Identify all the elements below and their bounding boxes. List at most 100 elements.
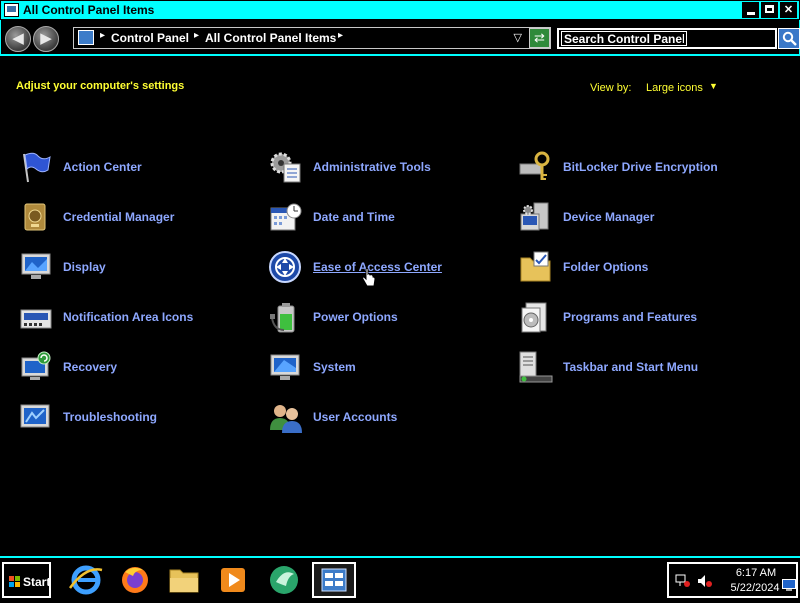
cp-item-label: Folder Options <box>563 260 649 274</box>
folder-options-icon <box>518 250 554 284</box>
cp-item-label: Credential Manager <box>63 210 175 224</box>
breadcrumb-separator-icon[interactable]: ▸ <box>194 30 199 41</box>
cp-item-power-options[interactable]: Power Options <box>268 300 398 334</box>
search-box[interactable] <box>557 28 777 49</box>
address-toolbar: ◀ ▶ ▸ Control Panel ▸ All Control Panel … <box>0 20 800 56</box>
view-by-control: View by: Large icons ▼ <box>590 81 718 94</box>
cp-item-troubleshooting[interactable]: Troubleshooting <box>18 400 157 434</box>
cp-item-label: System <box>313 360 356 374</box>
refresh-button[interactable]: ⇄ <box>529 28 550 48</box>
file-explorer-icon <box>169 569 199 593</box>
cp-item-label: Troubleshooting <box>63 410 157 424</box>
cp-item-label: Device Manager <box>563 210 655 224</box>
cp-item-label: Notification Area Icons <box>63 310 194 324</box>
breadcrumb-all-items[interactable]: All Control Panel Items <box>205 31 336 45</box>
media-center-icon <box>270 566 298 594</box>
network-icon[interactable] <box>675 574 691 588</box>
internet-explorer-icon <box>68 565 103 595</box>
restore-button[interactable] <box>761 2 778 18</box>
device-manager-icon <box>518 200 554 234</box>
taskbar-media-center[interactable] <box>262 562 306 598</box>
start-label: Start <box>23 575 51 589</box>
system-tray: 6:17 AM 5/22/2024 <box>667 562 798 598</box>
taskbar-start-menu-icon <box>518 350 554 384</box>
recovery-icon <box>18 350 54 384</box>
cp-item-device-manager[interactable]: Device Manager <box>518 200 654 234</box>
credential-vault-icon <box>18 200 54 234</box>
cp-item-system[interactable]: System <box>268 350 356 384</box>
forward-arrow-icon: ▶ <box>40 30 52 47</box>
control-panel-icon <box>321 568 347 592</box>
system-computer-icon <box>268 350 304 384</box>
taskbar-firefox[interactable] <box>113 562 157 598</box>
cp-item-label: Taskbar and Start Menu <box>563 360 699 374</box>
start-button[interactable]: Start <box>2 562 51 598</box>
troubleshooting-icon <box>18 400 54 434</box>
cp-item-display[interactable]: Display <box>18 250 106 284</box>
back-button[interactable]: ◀ <box>5 26 31 52</box>
cp-item-ease-of-access[interactable]: Ease of Access Center <box>268 250 442 284</box>
bitlocker-keys-icon <box>518 150 554 184</box>
windows-logo-icon <box>9 576 21 587</box>
address-bar[interactable]: ▸ Control Panel ▸ All Control Panel Item… <box>73 27 551 49</box>
page-heading: Adjust your computer's settings <box>16 80 185 92</box>
ease-of-access-icon <box>268 250 304 284</box>
notification-area-icon <box>18 300 54 334</box>
taskbar-media-player[interactable] <box>211 562 255 598</box>
cp-item-label: Date and Time <box>313 210 395 224</box>
firefox-icon <box>122 567 148 593</box>
cp-item-label: User Accounts <box>313 410 398 424</box>
volume-muted-icon[interactable] <box>697 574 713 588</box>
view-by-label: View by: <box>590 82 632 94</box>
media-player-icon <box>221 568 245 592</box>
taskbar-internet-explorer[interactable] <box>64 562 108 598</box>
breadcrumb-separator-icon[interactable]: ▸ <box>100 30 105 41</box>
cp-item-label: Ease of Access Center <box>313 260 442 274</box>
chevron-down-icon[interactable]: ▼ <box>709 81 718 91</box>
breadcrumb-control-panel[interactable]: Control Panel <box>111 31 189 45</box>
cp-item-label: Display <box>63 260 106 274</box>
view-by-dropdown[interactable]: Large icons <box>646 82 703 94</box>
administrative-tools-icon <box>268 150 304 184</box>
hand-cursor-icon <box>362 268 376 287</box>
window-title: All Control Panel Items <box>23 3 155 17</box>
cp-item-programs-features[interactable]: Programs and Features <box>518 300 697 334</box>
cp-item-label: Power Options <box>313 310 398 324</box>
clock-date[interactable]: 5/22/2024 <box>725 582 785 594</box>
back-arrow-icon: ◀ <box>12 30 24 47</box>
taskbar-file-explorer[interactable] <box>162 562 206 598</box>
refresh-icon: ⇄ <box>534 30 545 45</box>
minimize-icon <box>746 12 755 15</box>
cp-item-bitlocker[interactable]: BitLocker Drive Encryption <box>518 150 718 184</box>
cp-item-folder-options[interactable]: Folder Options <box>518 250 648 284</box>
cp-item-credential-manager[interactable]: Credential Manager <box>18 200 174 234</box>
minimize-button[interactable] <box>742 2 759 18</box>
cp-item-label: Recovery <box>63 360 118 374</box>
search-button[interactable] <box>778 28 800 49</box>
breadcrumb-separator-icon[interactable]: ▸ <box>338 30 343 41</box>
close-button[interactable]: ✕ <box>780 2 797 18</box>
cp-item-action-center[interactable]: Action Center <box>18 150 142 184</box>
cp-item-taskbar-start-menu[interactable]: Taskbar and Start Menu <box>518 350 698 384</box>
cp-item-label: Programs and Features <box>563 310 698 324</box>
window-controls: ✕ <box>742 2 797 18</box>
cp-item-notification-area[interactable]: Notification Area Icons <box>18 300 193 334</box>
cp-item-user-accounts[interactable]: User Accounts <box>268 400 397 434</box>
cp-item-date-and-time[interactable]: Date and Time <box>268 200 395 234</box>
restore-icon <box>765 5 774 13</box>
cp-item-administrative-tools[interactable]: Administrative Tools <box>268 150 431 184</box>
programs-features-icon <box>518 300 554 334</box>
cp-item-recovery[interactable]: Recovery <box>18 350 117 384</box>
user-accounts-icon <box>268 400 304 434</box>
show-desktop-icon[interactable] <box>782 578 796 591</box>
title-bar[interactable]: All Control Panel Items ✕ <box>0 0 800 20</box>
clock-time[interactable]: 6:17 AM <box>731 567 781 579</box>
forward-button[interactable]: ▶ <box>33 26 59 52</box>
cp-item-label: BitLocker Drive Encryption <box>563 160 718 174</box>
taskbar-control-panel[interactable] <box>312 562 356 598</box>
monitor-icon <box>18 250 54 284</box>
search-icon <box>782 31 797 46</box>
control-panel-icon <box>78 30 94 45</box>
address-history-dropdown-icon[interactable]: ▽ <box>514 31 522 44</box>
search-input[interactable] <box>561 31 687 46</box>
